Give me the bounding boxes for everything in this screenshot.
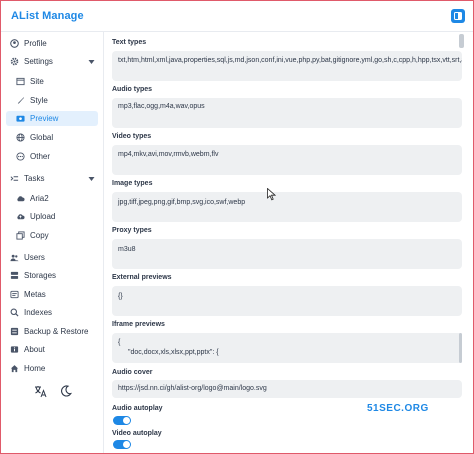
iframe-previews-field[interactable]: { "doc,docx,xls,xlsx,ppt,pptx": { [112, 333, 462, 363]
dots-icon [15, 152, 25, 162]
video-types-field[interactable]: mp4,mkv,avi,mov,rmvb,webm,flv [112, 145, 462, 175]
sidebar-item-tasks[interactable]: Tasks [6, 171, 98, 186]
sidebar-item-other[interactable]: Other [6, 149, 98, 164]
image-types-field[interactable]: jpg,tiff,jpeg,png,gif,bmp,svg,ico,swf,we… [112, 192, 462, 222]
users-icon [9, 253, 19, 263]
iframe-previews-label: Iframe previews [112, 321, 165, 328]
iframe-previews-line: "doc,docx,xls,xlsx,ppt,pptx": { [128, 349, 219, 356]
proxy-types-label: Proxy types [112, 227, 152, 234]
text-types-label: Text types [112, 39, 147, 46]
mouse-cursor-icon [267, 187, 277, 203]
audio-cover-label: Audio cover [112, 369, 153, 376]
user-icon [9, 39, 19, 49]
external-previews-field[interactable]: {} [112, 286, 462, 316]
audio-autoplay-toggle[interactable] [113, 416, 131, 425]
panel-icon [454, 12, 462, 20]
audio-cover-field[interactable]: https://jsd.nn.ci/gh/alist-org/logo@main… [112, 380, 462, 398]
sidebar-item-label: Upload [30, 212, 56, 221]
proxy-types-field[interactable]: m3u8 [112, 239, 462, 269]
audio-autoplay-label: Audio autoplay [112, 405, 163, 412]
tasks-icon [9, 174, 19, 184]
globe-icon [15, 133, 25, 143]
copy-icon [15, 231, 25, 241]
sidebar-item-label: Aria2 [30, 194, 49, 203]
preview-settings-panel: Text types txt,htm,html,xml,java,propert… [104, 32, 462, 453]
scrollbar-thumb[interactable] [459, 34, 464, 48]
sidebar-item-label: Indexes [24, 308, 53, 317]
window-icon [15, 77, 25, 87]
sidebar-item-profile[interactable]: Profile [6, 36, 98, 51]
sidebar-item-label: Style [30, 96, 48, 105]
video-autoplay-toggle[interactable] [113, 440, 131, 449]
sidebar-item-label: Profile [24, 39, 47, 48]
home-icon [9, 364, 19, 374]
sidebar-item-backup-restore[interactable]: Backup & Restore [6, 324, 98, 339]
sidebar-item-home[interactable]: Home [6, 361, 98, 376]
sidebar-item-style[interactable]: Style [6, 93, 98, 108]
meta-icon [9, 290, 19, 300]
sidebar-item-label: Settings [24, 57, 53, 66]
sidebar-item-preview[interactable]: Preview [6, 111, 98, 126]
sidebar-item-label: Backup & Restore [24, 327, 89, 336]
chevron-down-icon [88, 175, 95, 184]
sidebar-item-storages[interactable]: Storages [6, 268, 98, 283]
brush-icon [15, 96, 25, 106]
chevron-down-icon [88, 58, 95, 67]
sidebar-item-label: Other [30, 152, 51, 161]
sidebar-item-aria2[interactable]: Aria2 [6, 191, 98, 206]
watermark: 51SEC.ORG [367, 403, 429, 414]
iframe-previews-line: { [118, 339, 121, 346]
sidebar-toggle-button[interactable] [451, 9, 465, 23]
sidebar-item-label: Copy [30, 231, 49, 240]
sidebar-item-label: Metas [24, 290, 46, 299]
sidebar-item-site[interactable]: Site [6, 74, 98, 89]
sidebar-item-metas[interactable]: Metas [6, 287, 98, 302]
sidebar-item-label: Preview [30, 114, 59, 123]
external-previews-label: External previews [112, 274, 172, 281]
sidebar-item-label: Storages [24, 271, 57, 280]
top-header: AList Manage [1, 1, 473, 32]
image-types-label: Image types [112, 180, 153, 187]
sidebar-item-users[interactable]: Users [6, 250, 98, 265]
sidebar-item-label: Site [30, 77, 44, 86]
backup-icon [9, 327, 19, 337]
video-types-label: Video types [112, 133, 152, 140]
sidebar-item-global[interactable]: Global [6, 130, 98, 145]
app-title: AList Manage [11, 10, 84, 22]
database-icon [9, 271, 19, 281]
sidebar-footer [34, 385, 72, 400]
audio-types-label: Audio types [112, 86, 153, 93]
sidebar-item-label: Home [24, 364, 46, 373]
gear-icon [9, 57, 19, 67]
sidebar-item-indexes[interactable]: Indexes [6, 305, 98, 320]
language-icon[interactable] [34, 385, 48, 400]
eye-icon [15, 114, 25, 124]
sidebar-item-label: Tasks [24, 174, 45, 183]
sidebar-item-settings[interactable]: Settings [6, 54, 98, 69]
audio-types-field[interactable]: mp3,flac,ogg,m4a,wav,opus [112, 98, 462, 128]
upload-icon [15, 212, 25, 222]
sidebar-item-about[interactable]: About [6, 342, 98, 357]
sidebar-item-copy[interactable]: Copy [6, 228, 98, 243]
text-types-field[interactable]: txt,htm,html,xml,java,properties,sql,js,… [112, 51, 462, 81]
cloud-icon [15, 194, 25, 204]
video-autoplay-label: Video autoplay [112, 430, 162, 437]
sidebar-item-label: About [24, 345, 45, 354]
sidebar-item-label: Users [24, 253, 45, 262]
sidebar: Profile Settings Site Style Preview Glob… [1, 32, 104, 453]
field-scrollbar-thumb[interactable] [459, 333, 462, 363]
info-icon [9, 345, 19, 355]
dark-mode-icon[interactable] [60, 385, 72, 400]
sidebar-item-label: Global [30, 133, 54, 142]
sidebar-item-upload[interactable]: Upload [6, 209, 98, 224]
search-icon [9, 308, 19, 318]
